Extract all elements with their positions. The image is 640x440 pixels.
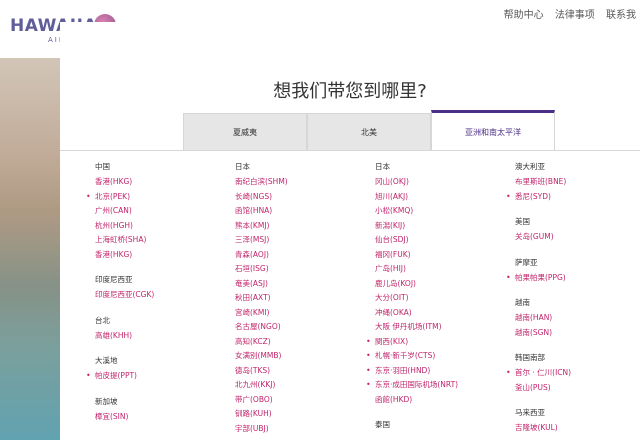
- country-group: 韩国南部首尔 · 仁川(ICN)釜山(PUS): [506, 352, 640, 396]
- tab-hawaii[interactable]: 夏威夷: [183, 113, 307, 150]
- region-tabs: 夏威夷 北美 亚洲和南太平洋: [183, 110, 555, 150]
- country-group: 日本冈山(OKJ) 旭川(AKJ) 小松(KMQ) 新潟(KIJ) 仙台(SDJ) 福冈(…: [366, 161, 515, 408]
- country-group: 台北高雄(KHH): [95, 315, 235, 344]
- destination-link[interactable]: 首尔 · 仁川(ICN): [506, 366, 640, 381]
- destination-link[interactable]: 德岛(TKS): [235, 364, 375, 379]
- destination-link[interactable]: 带广(OBO): [235, 393, 375, 408]
- country-group: 美国关岛(GUM): [515, 216, 640, 245]
- tab-north-america[interactable]: 北美: [307, 113, 431, 150]
- country-group: 萨摩亚帕果帕果(PPG): [506, 257, 640, 286]
- destination-link[interactable]: 布里斯班(BNE): [515, 175, 640, 190]
- destination-link[interactable]: 女满别(MMB): [235, 349, 375, 364]
- destination-link[interactable]: 上海虹桥(SHA): [95, 233, 235, 248]
- country-group: 中国香港(HKG)北京(PEK)广州(CAN)杭州(HGH)上海虹桥(SHA)香…: [86, 161, 235, 263]
- country-heading: 台北: [95, 315, 110, 325]
- country-heading: 日本: [235, 162, 250, 171]
- destination-link[interactable]: 香港(HKG): [95, 175, 235, 190]
- country-heading: 萨摩亚: [515, 257, 538, 267]
- destination-link[interactable]: 高雄(KHH): [95, 329, 235, 344]
- destination-link[interactable]: 关岛(GUM): [515, 230, 640, 245]
- destination-link[interactable]: 南纪白滨(SHM): [235, 175, 375, 190]
- country-group: 大溪地帕皮提(PPT): [86, 355, 235, 384]
- destination-link[interactable]: 青森(AOJ): [235, 248, 375, 263]
- country-heading: 新加坡: [95, 396, 118, 406]
- destination-link[interactable]: 冲绳(OKA): [375, 306, 515, 321]
- tab-asia-pacific[interactable]: 亚洲和南太平洋: [431, 110, 555, 150]
- country-heading: 大溪地: [95, 356, 118, 365]
- destination-link[interactable]: 宇部(UBJ): [235, 422, 375, 437]
- country-group: 马来西亚吉隆坡(KUL): [515, 407, 640, 436]
- country-heading: 澳大利亚: [515, 162, 545, 171]
- destination-link[interactable]: 长崎(NGS): [235, 190, 375, 205]
- modal-title: 想我们带您到哪里?: [273, 81, 427, 102]
- country-heading: 美国: [515, 217, 530, 226]
- destination-link[interactable]: 新潟(KIJ): [375, 219, 515, 234]
- destination-link[interactable]: 熊本(KMJ): [235, 219, 375, 234]
- destination-link[interactable]: 石垣(ISG): [235, 262, 375, 277]
- destination-link[interactable]: 旭川(AKJ): [375, 190, 515, 205]
- country-heading: 韩国南部: [515, 353, 545, 362]
- destination-link[interactable]: 东京·羽田(HND): [366, 364, 515, 379]
- destination-link[interactable]: 秋田(AXT): [235, 291, 375, 306]
- destination-link[interactable]: 高知(KCZ): [235, 335, 375, 350]
- country-heading: 日本: [375, 162, 390, 171]
- country-group: 越南越南(HAN) 越南(SGN): [515, 297, 640, 340]
- destination-column-3: 日本冈山(OKJ) 旭川(AKJ) 小松(KMQ) 新潟(KIJ) 仙台(SDJ) 福冈(…: [366, 161, 515, 440]
- destination-link[interactable]: 杭州(HGH): [95, 219, 235, 234]
- destination-column-1: 中国香港(HKG)北京(PEK)广州(CAN)杭州(HGH)上海虹桥(SHA)香…: [86, 161, 235, 436]
- destination-link[interactable]: 釜山(PUS): [515, 381, 640, 396]
- country-group: 印度尼西亚印度尼西亚(CGK): [95, 274, 235, 303]
- destination-link[interactable]: 印度尼西亚(CGK): [95, 288, 235, 303]
- destination-link[interactable]: 冈山(OKJ): [375, 175, 515, 190]
- destination-link[interactable]: 广州(CAN): [95, 204, 235, 219]
- destination-link[interactable]: 北九州(KKJ): [235, 378, 375, 393]
- destination-link[interactable]: 仙台(SDJ): [375, 233, 515, 248]
- destination-link[interactable]: 吉隆坡(KUL): [515, 421, 640, 436]
- destination-modal: 想我们带您到哪里? 夏威夷 北美 亚洲和南太平洋 中国香港(HKG)北京(PEK…: [60, 22, 640, 440]
- country-heading: 印度尼西亚: [95, 275, 133, 284]
- country-heading: 越南: [515, 298, 530, 307]
- destination-link[interactable]: 帕皮提(PPT): [86, 369, 235, 384]
- destination-column-4: 澳大利亚布里斯班(BNE)悉尼(SYD) 美国关岛(GUM) 萨摩亚帕果帕果(PPG…: [506, 161, 640, 440]
- destination-link[interactable]: 帕果帕果(PPG): [506, 271, 640, 286]
- destination-columns: 中国香港(HKG)北京(PEK)广州(CAN)杭州(HGH)上海虹桥(SHA)香…: [60, 161, 640, 440]
- destination-link[interactable]: 名古屋(NGO): [235, 320, 375, 335]
- country-heading: 泰国: [375, 420, 390, 429]
- country-heading: 中国: [95, 162, 110, 171]
- destination-column-2: 日本南纪白滨(SHM) 长崎(NGS) 函馆(HNA) 熊本(KMJ) 三泽(MSJ) 青…: [235, 161, 375, 440]
- destination-link[interactable]: 樟宜(SIN): [95, 410, 235, 425]
- destination-link[interactable]: 福冈(FUK): [375, 248, 515, 263]
- destination-link[interactable]: 钏路(KUH): [235, 407, 375, 422]
- destination-link[interactable]: 函館(HKD): [375, 393, 515, 408]
- country-heading: 马来西亚: [515, 408, 545, 417]
- destination-link[interactable]: 广岛(HIJ): [375, 262, 515, 277]
- destination-link[interactable]: 悉尼(SYD): [506, 190, 640, 205]
- destination-link[interactable]: 大阪 伊丹机场(ITM): [375, 320, 515, 335]
- destination-link[interactable]: 香港(HKG): [95, 248, 235, 263]
- destination-link[interactable]: 三泽(MSJ): [235, 233, 375, 248]
- destination-link[interactable]: 函馆(HNA): [235, 204, 375, 219]
- country-group: 澳大利亚布里斯班(BNE)悉尼(SYD): [506, 161, 640, 205]
- destination-link[interactable]: 小松(KMQ): [375, 204, 515, 219]
- country-group: 日本南纪白滨(SHM) 长崎(NGS) 函馆(HNA) 熊本(KMJ) 三泽(MSJ) 青…: [235, 161, 375, 436]
- destination-link[interactable]: 北京(PEK): [86, 190, 235, 205]
- tab-divider: [60, 150, 640, 151]
- destination-link[interactable]: 鹿儿岛(KOJ): [375, 277, 515, 292]
- destination-link[interactable]: 东京·成田国际机场(NRT): [366, 378, 515, 393]
- country-group: 泰国: [375, 419, 515, 431]
- destination-link[interactable]: 越南(HAN): [515, 311, 640, 326]
- destination-link[interactable]: 大分(OIT): [375, 291, 515, 306]
- destination-link[interactable]: 宫崎(KMI): [235, 306, 375, 321]
- country-group: 新加坡樟宜(SIN): [95, 396, 235, 425]
- destination-link[interactable]: 奄美(ASJ): [235, 277, 375, 292]
- destination-link[interactable]: 関西(KIX): [366, 335, 515, 350]
- destination-link[interactable]: 越南(SGN): [515, 326, 640, 341]
- destination-link[interactable]: 札幌·新千岁(CTS): [366, 349, 515, 364]
